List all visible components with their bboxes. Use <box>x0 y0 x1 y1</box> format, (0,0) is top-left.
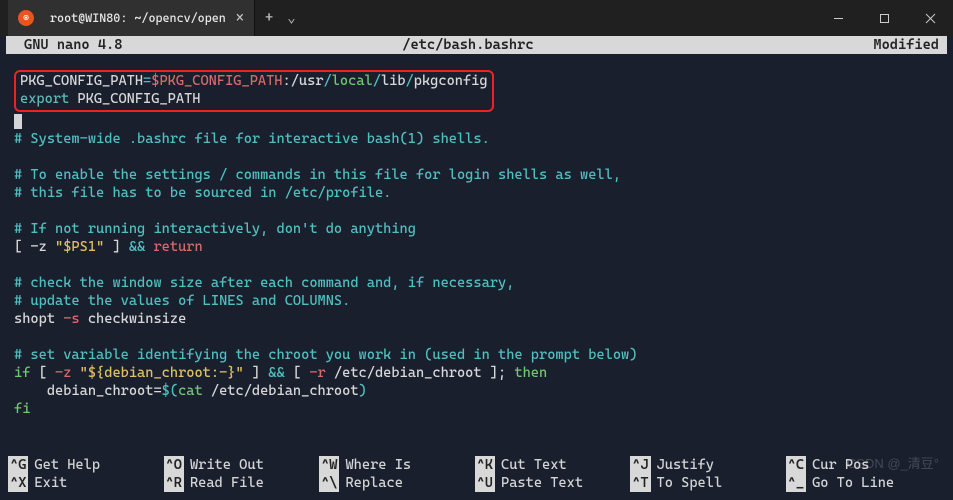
comment: # set variable identifying the chroot yo… <box>14 347 637 363</box>
shortcut-item: ^X Exit <box>8 474 164 492</box>
shortcut-label: Justify <box>657 456 714 474</box>
tab-actions: + ⌄ <box>255 10 306 26</box>
shortcut-key: ^\ <box>319 474 339 492</box>
tab-title: root@WIN80: ~/opencv/open <box>50 11 226 25</box>
close-window-button[interactable] <box>907 0 953 36</box>
shortcut-key: ^T <box>630 474 650 492</box>
shortcut-item: ^_ Go To Line <box>786 474 942 492</box>
comment: # To enable the settings / commands in t… <box>14 167 621 183</box>
close-tab-button[interactable]: × <box>236 10 244 26</box>
watermark: CSDN @_清豆° <box>847 453 939 472</box>
shortcut-label: Where Is <box>345 456 411 474</box>
ubuntu-icon <box>18 10 34 26</box>
shortcut-label: To Spell <box>657 474 723 492</box>
shortcut-label: Replace <box>345 474 402 492</box>
terminal-body[interactable]: GNU nano 4.8 /etc/bash.bashrc Modified P… <box>0 36 953 418</box>
shortcut-item: ^\ Replace <box>319 474 475 492</box>
nano-status-bar: GNU nano 4.8 /etc/bash.bashrc Modified <box>6 36 947 54</box>
window-titlebar: root@WIN80: ~/opencv/open × + ⌄ <box>0 0 953 36</box>
shortcut-key: ^U <box>475 474 495 492</box>
shortcut-key: ^G <box>8 456 28 474</box>
shortcut-key: ^_ <box>786 474 806 492</box>
shortcut-key: ^C <box>786 456 806 474</box>
comment: # If not running interactively, don't do… <box>14 221 416 237</box>
shortcut-item: ^R Read File <box>164 474 320 492</box>
highlight-box: PKG_CONFIG_PATH=$PKG_CONFIG_PATH:/usr/lo… <box>14 70 494 112</box>
nano-filename: /etc/bash.bashrc <box>62 36 873 54</box>
minimize-button[interactable] <box>815 0 861 36</box>
shortcut-key: ^O <box>164 456 184 474</box>
shortcut-item: ^K Cut Text <box>475 456 631 474</box>
comment: # System-wide .bashrc file for interacti… <box>14 131 490 147</box>
new-tab-button[interactable]: + <box>265 10 273 26</box>
shortcut-item: ^G Get Help <box>8 456 164 474</box>
shortcut-key: ^J <box>630 456 650 474</box>
shortcut-label: Exit <box>34 474 67 492</box>
shortcut-label: Get Help <box>34 456 100 474</box>
comment: # check the window size after each comma… <box>14 275 514 291</box>
shortcut-label: Go To Line <box>812 474 894 492</box>
shortcut-key: ^K <box>475 456 495 474</box>
comment: # this file has to be sourced in /etc/pr… <box>14 185 391 201</box>
shortcut-label: Write Out <box>190 456 264 474</box>
shortcut-label: Paste Text <box>501 474 583 492</box>
shortcut-label: Cut Text <box>501 456 567 474</box>
shortcut-key: ^W <box>319 456 339 474</box>
cursor <box>14 114 22 129</box>
shortcut-item: ^O Write Out <box>164 456 320 474</box>
shortcut-item: ^U Paste Text <box>475 474 631 492</box>
terminal-tab[interactable]: root@WIN80: ~/opencv/open × <box>8 0 255 36</box>
shortcut-item: ^J Justify <box>630 456 786 474</box>
window-controls <box>815 0 953 36</box>
shortcut-item: ^W Where Is <box>319 456 475 474</box>
shortcut-key: ^R <box>164 474 184 492</box>
editor-content[interactable]: PKG_CONFIG_PATH=$PKG_CONFIG_PATH:/usr/lo… <box>6 54 947 418</box>
comment: # update the values of LINES and COLUMNS… <box>14 293 350 309</box>
maximize-button[interactable] <box>861 0 907 36</box>
nano-modified: Modified <box>873 36 939 54</box>
shortcut-item: ^T To Spell <box>630 474 786 492</box>
shortcut-key: ^X <box>8 474 28 492</box>
shortcut-label: Read File <box>190 474 264 492</box>
tab-dropdown-button[interactable]: ⌄ <box>287 10 295 26</box>
nano-shortcut-bar: ^G Get Help ^O Write Out ^W Where Is ^K Cut Tex… <box>8 456 945 492</box>
